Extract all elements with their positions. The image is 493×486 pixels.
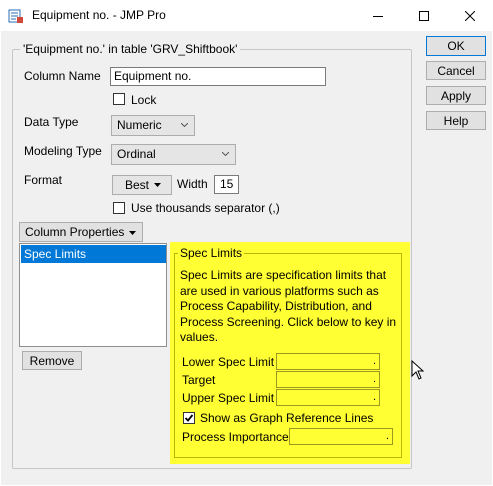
remove-button[interactable]: Remove bbox=[22, 351, 82, 370]
spec-limits-description: Spec Limits are specification limits tha… bbox=[180, 268, 397, 344]
minimize-button[interactable] bbox=[355, 0, 401, 31]
column-properties-button[interactable]: Column Properties bbox=[19, 222, 143, 242]
minimize-icon bbox=[373, 15, 383, 17]
process-importance-label: Process Importance bbox=[182, 430, 289, 444]
modeling-type-select[interactable]: Ordinal bbox=[111, 144, 236, 165]
close-icon bbox=[465, 10, 475, 21]
modeling-type-label: Modeling Type bbox=[24, 144, 102, 158]
lower-spec-limit-label: Lower Spec Limit bbox=[182, 355, 275, 369]
apply-button[interactable]: Apply bbox=[426, 86, 486, 105]
modeling-type-value: Ordinal bbox=[117, 147, 156, 161]
upper-spec-limit-input[interactable]: . bbox=[276, 389, 380, 406]
format-value: Best bbox=[125, 178, 150, 192]
format-select[interactable]: Best bbox=[112, 175, 172, 195]
title-bar[interactable]: Equipment no. - JMP Pro bbox=[0, 0, 493, 31]
data-type-label: Data Type bbox=[24, 115, 79, 129]
ok-button[interactable]: OK bbox=[426, 36, 486, 56]
column-name-label: Column Name bbox=[24, 69, 101, 83]
width-label: Width bbox=[177, 177, 208, 191]
triangle-down-icon bbox=[129, 231, 136, 235]
process-importance-input[interactable]: . bbox=[289, 428, 393, 445]
mouse-cursor-icon bbox=[411, 360, 425, 380]
help-button[interactable]: Help bbox=[426, 111, 486, 130]
thousands-separator-checkbox[interactable] bbox=[113, 202, 125, 214]
chevron-down-icon bbox=[181, 123, 188, 127]
cancel-button[interactable]: Cancel bbox=[426, 61, 486, 80]
lock-label: Lock bbox=[131, 93, 157, 107]
graph-reference-lines-label: Show as Graph Reference Lines bbox=[200, 411, 374, 425]
close-button[interactable] bbox=[447, 0, 493, 31]
lock-checkbox[interactable] bbox=[113, 93, 125, 105]
width-input[interactable]: 15 bbox=[214, 175, 239, 194]
column-properties-list[interactable]: Spec Limits bbox=[19, 243, 167, 347]
triangle-down-icon bbox=[154, 183, 161, 187]
maximize-icon bbox=[419, 10, 429, 21]
column-name-input[interactable]: Equipment no. bbox=[110, 67, 326, 86]
data-type-select[interactable]: Numeric bbox=[111, 115, 195, 136]
thousands-separator-label: Use thousands separator (,) bbox=[131, 201, 280, 215]
upper-spec-limit-label: Upper Spec Limit bbox=[182, 391, 275, 405]
lower-spec-limit-input[interactable]: . bbox=[276, 353, 380, 370]
format-label: Format bbox=[24, 173, 63, 187]
checkmark-icon bbox=[184, 414, 194, 422]
data-type-value: Numeric bbox=[117, 118, 162, 132]
jmp-app-icon bbox=[8, 9, 23, 23]
target-label: Target bbox=[182, 373, 216, 387]
maximize-button[interactable] bbox=[401, 0, 447, 31]
spec-limits-title: Spec Limits bbox=[178, 246, 245, 260]
graph-reference-lines-checkbox[interactable] bbox=[183, 412, 195, 424]
column-properties-label: Column Properties bbox=[25, 225, 125, 239]
list-item-spec-limits[interactable]: Spec Limits bbox=[21, 245, 166, 263]
window-title: Equipment no. - JMP Pro bbox=[32, 8, 166, 22]
group-label: 'Equipment no.' in table 'GRV_Shiftbook' bbox=[20, 42, 241, 56]
target-input[interactable]: . bbox=[276, 371, 380, 388]
chevron-down-icon bbox=[222, 152, 229, 156]
